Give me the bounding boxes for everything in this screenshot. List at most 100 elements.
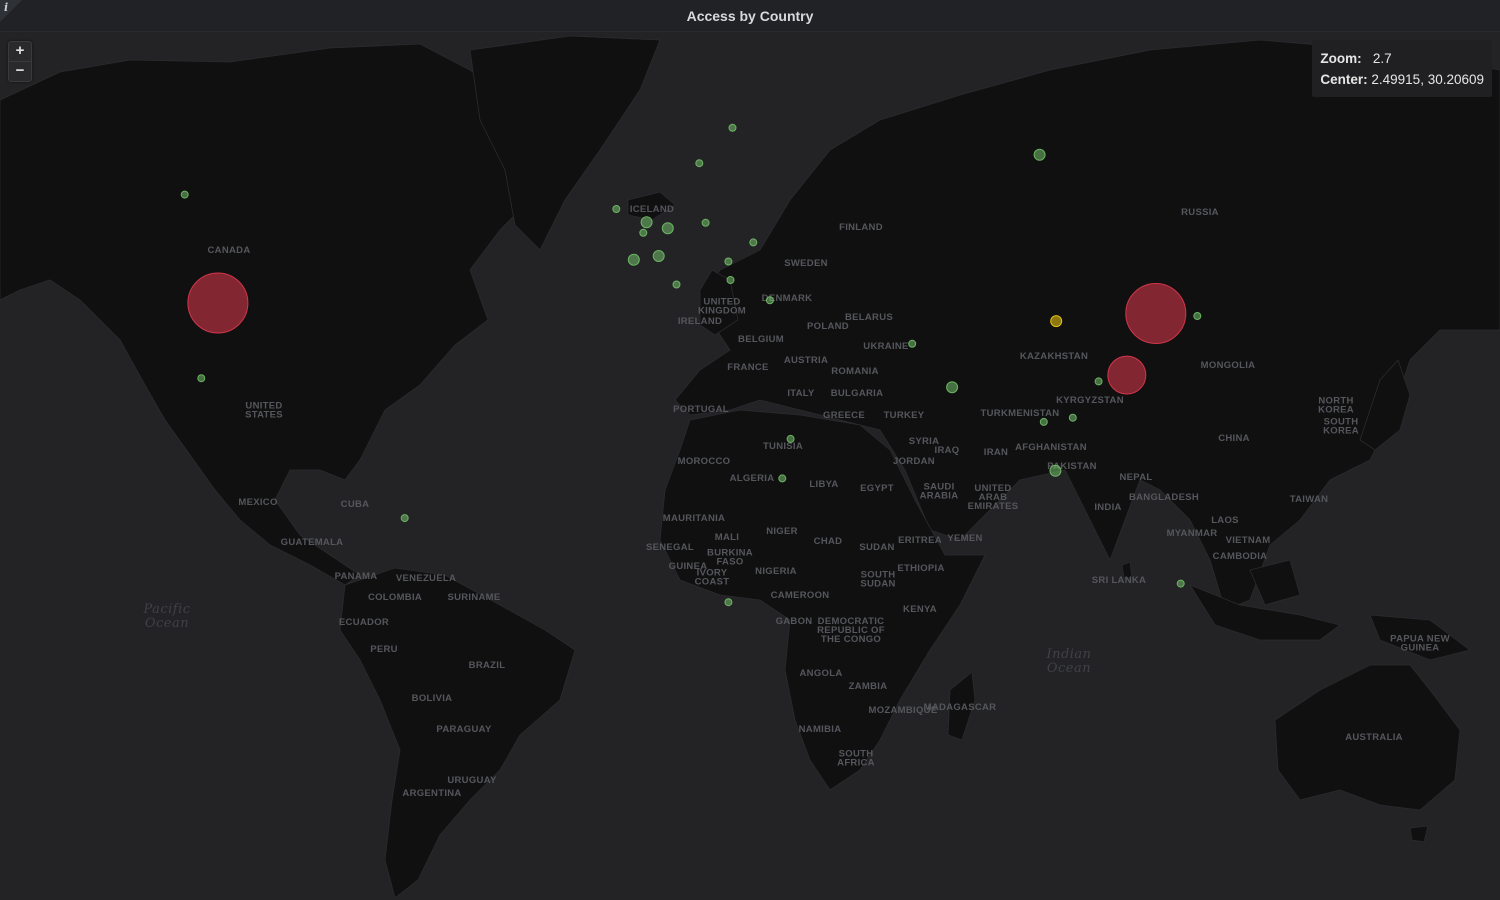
panel-title: Access by Country: [686, 8, 814, 24]
country-label: NIGERIA: [755, 566, 797, 577]
country-label: GABON: [776, 616, 813, 627]
country-marker-japan[interactable]: [1193, 312, 1202, 320]
country-marker-france[interactable]: [627, 253, 640, 266]
country-label: ZAMBIA: [849, 681, 888, 692]
map-svg: CANADA UNITED STATES MEXICO CUBA GUATEMALA PAN…: [0, 35, 1500, 899]
ocean-label: Pacific Ocean: [142, 602, 190, 631]
country-marker-china[interactable]: [1050, 315, 1063, 328]
country-marker-india[interactable]: [946, 381, 959, 394]
zoom-out-button[interactable]: −: [9, 62, 31, 81]
country-label: SURINAME: [447, 592, 500, 603]
country-label: MAURITANIA: [663, 513, 725, 524]
center-value: 2.49915, 30.20609: [1371, 72, 1484, 87]
country-label: KAZAKHSTAN: [1020, 351, 1088, 362]
country-marker-mexico[interactable]: [197, 374, 206, 383]
country-marker-united-states[interactable]: [187, 272, 249, 334]
country-marker-finland[interactable]: [728, 123, 737, 132]
country-label: ALGERIA: [730, 473, 775, 484]
country-marker-romania[interactable]: [724, 257, 733, 266]
country-label: ECUADOR: [339, 617, 389, 628]
country-label: GUATEMALA: [281, 537, 344, 548]
country-marker-turkey[interactable]: [765, 296, 774, 305]
country-label: ANGOLA: [800, 668, 843, 679]
country-label: BELGIUM: [738, 334, 784, 345]
country-label: SOUTH AFRICA: [837, 749, 875, 769]
country-marker-pakistan[interactable]: [908, 339, 917, 348]
zoom-value: 2.7: [1372, 51, 1392, 66]
country-label: SAUDI ARABIA: [920, 482, 959, 502]
country-label: ETHIOPIA: [897, 563, 944, 574]
country-label: INDIA: [1094, 502, 1121, 513]
country-marker-united-kingdom[interactable]: [612, 205, 621, 213]
country-label: MOROCCO: [678, 456, 731, 467]
country-label: MALI: [715, 532, 739, 543]
country-label: CAMEROON: [771, 590, 830, 601]
country-label: IRELAND: [678, 316, 722, 327]
country-label: BANGLADESH: [1129, 492, 1199, 503]
country-label: ITALY: [787, 388, 815, 399]
country-marker-bulgaria[interactable]: [726, 276, 735, 284]
country-marker-taiwan[interactable]: [1107, 355, 1147, 395]
country-marker-italy[interactable]: [672, 280, 681, 289]
country-marker-australia[interactable]: [1176, 579, 1185, 588]
country-label: NAMIBIA: [799, 724, 842, 735]
country-label: SUDAN: [859, 542, 894, 553]
country-label: ROMANIA: [831, 366, 879, 377]
country-label: LIBYA: [809, 479, 838, 490]
country-label: KENYA: [903, 604, 937, 615]
country-label: CHAD: [814, 536, 843, 547]
country-marker-south-africa[interactable]: [724, 598, 733, 607]
country-marker-belgium[interactable]: [639, 228, 648, 237]
country-label: NIGER: [766, 526, 798, 537]
world-map[interactable]: CANADA UNITED STATES MEXICO CUBA GUATEMALA PAN…: [0, 32, 1500, 900]
country-label: MEXICO: [238, 497, 277, 508]
map-info-box: Zoom: 2.7 Center: 2.49915, 30.20609: [1312, 40, 1492, 97]
country-marker-poland[interactable]: [701, 218, 710, 227]
country-marker-kenya[interactable]: [778, 474, 787, 483]
country-label: UNITED KINGDOM: [698, 297, 746, 317]
land-tasmania: [1409, 825, 1429, 843]
country-label: CHINA: [1218, 433, 1250, 444]
country-marker-hong-kong[interactable]: [1094, 377, 1103, 386]
land-north-america: [0, 43, 561, 586]
zoom-in-button[interactable]: +: [9, 42, 31, 62]
country-label: YEMEN: [947, 533, 982, 544]
country-marker-germany[interactable]: [661, 222, 674, 235]
country-label: SWEDEN: [784, 258, 828, 269]
country-label: IVORY COAST: [695, 568, 730, 588]
country-label: KYRGYZSTAN: [1056, 395, 1124, 406]
country-marker-canada[interactable]: [180, 190, 189, 199]
country-label: PANAMA: [335, 571, 378, 582]
country-label: BELARUS: [845, 312, 893, 323]
country-label: SOUTH SUDAN: [860, 570, 895, 590]
country-marker-switzerland[interactable]: [652, 250, 665, 262]
country-label: AFGHANISTAN: [1015, 442, 1087, 453]
country-marker-russia[interactable]: [1033, 148, 1046, 161]
country-label: PORTUGAL: [673, 404, 729, 415]
country-marker-vietnam[interactable]: [1068, 413, 1077, 422]
center-row: Center: 2.49915, 30.20609: [1320, 69, 1484, 90]
country-label: UKRAINE: [863, 341, 908, 352]
country-label: EGYPT: [860, 483, 894, 494]
country-label: TUNISIA: [763, 441, 803, 452]
country-label: SRI LANKA: [1092, 575, 1146, 586]
country-label: AUSTRALIA: [1345, 732, 1403, 743]
country-label: VENEZUELA: [396, 573, 456, 584]
country-label: MADAGASCAR: [924, 702, 997, 713]
country-marker-thailand[interactable]: [1039, 417, 1048, 426]
country-label: CANADA: [208, 245, 251, 256]
country-label: POLAND: [807, 321, 849, 332]
country-marker-ethiopia[interactable]: [786, 434, 795, 443]
country-marker-sweden[interactable]: [695, 159, 704, 168]
country-label: JORDAN: [893, 456, 935, 467]
country-marker-ukraine[interactable]: [749, 238, 758, 247]
country-label: URUGUAY: [447, 775, 497, 786]
country-label: RUSSIA: [1181, 207, 1219, 218]
country-label: ICELAND: [630, 204, 674, 215]
country-marker-singapore[interactable]: [1049, 464, 1062, 477]
country-marker-south-korea[interactable]: [1125, 283, 1187, 344]
country-label: LAOS: [1211, 515, 1239, 526]
country-marker-netherlands[interactable]: [640, 216, 653, 229]
country-label: SENEGAL: [646, 542, 694, 553]
country-marker-brazil[interactable]: [400, 514, 409, 523]
